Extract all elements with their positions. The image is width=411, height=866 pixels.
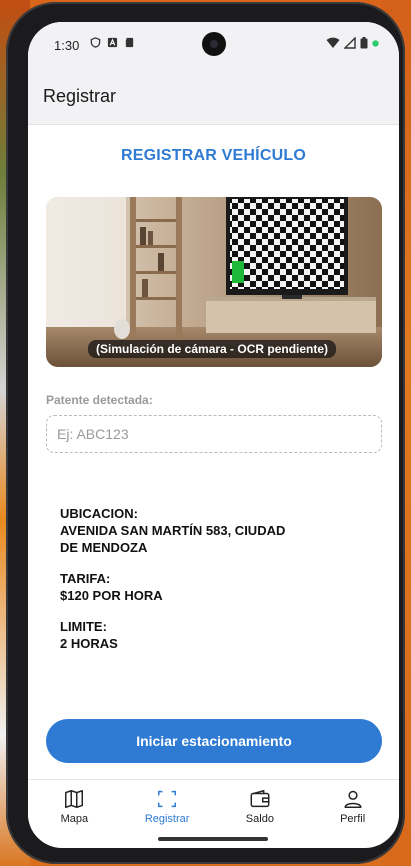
signal-icon (344, 37, 356, 49)
rate-value: $120 POR HORA (60, 588, 163, 603)
parking-info: UBICACION: AVENIDA SAN MARTÍN 583, CIUDA… (60, 505, 360, 666)
location-label: UBICACION: (60, 506, 138, 521)
person-icon (344, 790, 362, 808)
camera-caption: (Simulación de cámara - OCR pendiente) (88, 340, 337, 358)
plate-label: Patente detectada: (46, 393, 153, 407)
nav-label-mapa: Mapa (60, 813, 89, 825)
a-icon (107, 37, 118, 48)
rate-block: TARIFA: $120 POR HORA (60, 570, 360, 604)
status-time: 1:30 (54, 38, 80, 53)
location-value: AVENIDA SAN MARTÍN 583, CIUDAD DE MENDOZ… (60, 523, 286, 555)
start-parking-button[interactable]: Iniciar estacionamiento (46, 719, 382, 763)
limit-label: LIMITE: (60, 619, 107, 634)
nav-label-perfil: Perfil (340, 813, 366, 825)
wifi-icon (326, 37, 340, 48)
nav-label-saldo: Saldo (245, 813, 274, 825)
app-bar: Registrar (28, 66, 399, 125)
bottom-nav: Mapa Registrar Saldo Perfil (28, 779, 399, 834)
status-icons-left (90, 37, 135, 48)
phone-frame: 1:30 Registrar REGISTRAR VEHÍCULO (Simul… (6, 2, 405, 864)
map-icon (65, 790, 84, 808)
nav-item-registrar[interactable]: Registrar (121, 780, 214, 834)
nav-item-saldo[interactable]: Saldo (214, 780, 307, 834)
rate-label: TARIFA: (60, 571, 111, 586)
shield-icon (90, 37, 101, 48)
plate-input[interactable] (46, 415, 382, 453)
front-camera (202, 32, 226, 56)
nav-label-registrar: Registrar (144, 813, 190, 825)
app-screen: 1:30 Registrar REGISTRAR VEHÍCULO (Simul… (28, 22, 399, 848)
status-bar: 1:30 (28, 22, 399, 66)
gesture-handle[interactable] (158, 837, 268, 841)
wallet-icon (250, 789, 270, 808)
dot-indicator-icon (372, 39, 379, 47)
camera-preview[interactable]: (Simulación de cámara - OCR pendiente) (46, 197, 382, 367)
status-icons-right (326, 37, 379, 49)
battery-icon (360, 37, 368, 49)
nav-item-perfil[interactable]: Perfil (306, 780, 399, 834)
scan-icon (158, 790, 177, 808)
limit-block: LIMITE: 2 HORAS (60, 618, 360, 652)
section-heading: REGISTRAR VEHÍCULO (121, 147, 306, 164)
nav-item-mapa[interactable]: Mapa (28, 780, 121, 834)
page-title: Registrar (43, 86, 117, 106)
sd-card-icon (125, 37, 134, 48)
limit-value: 2 HORAS (60, 636, 118, 651)
location-block: UBICACION: AVENIDA SAN MARTÍN 583, CIUDA… (60, 505, 360, 556)
main-content: REGISTRAR VEHÍCULO (Simulación de cámara… (28, 125, 399, 779)
